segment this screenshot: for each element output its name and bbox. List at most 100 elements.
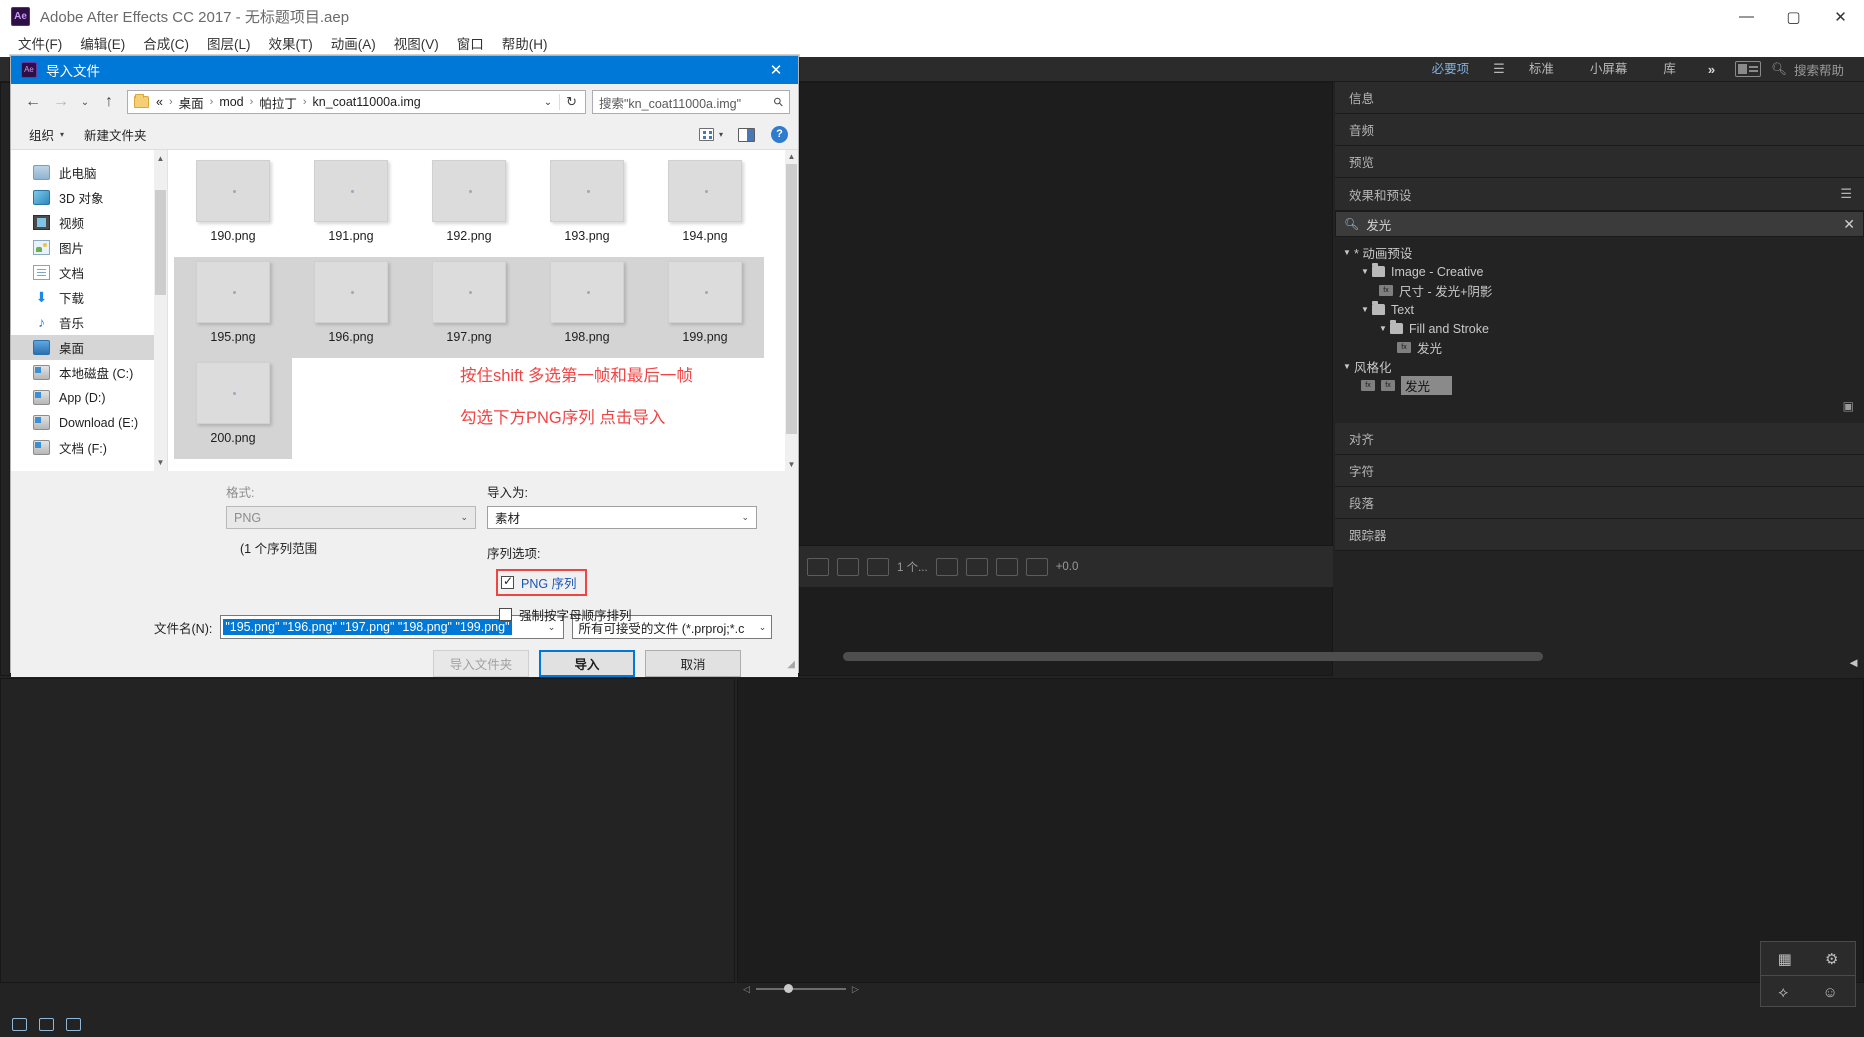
- workspace-tab-smallscreen[interactable]: 小屏幕: [1572, 57, 1646, 82]
- tree-item-selected[interactable]: fx fx 发光: [1333, 376, 1864, 395]
- dialog-close-button[interactable]: ✕: [754, 56, 798, 84]
- sidebar-item-app-d[interactable]: App (D:): [11, 385, 167, 410]
- new-folder-button[interactable]: 新建文件夹: [72, 125, 159, 144]
- smiley-icon[interactable]: ☺: [1822, 984, 1837, 1001]
- maximize-button[interactable]: ▢: [1770, 0, 1817, 33]
- png-sequence-checkbox[interactable]: [501, 574, 514, 589]
- sidebar-item-download-e[interactable]: Download (E:): [11, 410, 167, 435]
- file-item[interactable]: 193.png: [528, 156, 646, 257]
- tree-item[interactable]: fx 发光: [1339, 338, 1864, 357]
- folder-search-input[interactable]: 搜索"kn_coat11000a.img" ⚲: [592, 90, 790, 114]
- panel-preview[interactable]: 预览: [1335, 146, 1864, 178]
- panel-info[interactable]: 信息: [1335, 82, 1864, 114]
- sidebar-scrollbar[interactable]: ▲ ▼: [154, 150, 167, 471]
- file-item[interactable]: 190.png: [174, 156, 292, 257]
- scroll-up-icon[interactable]: ▲: [786, 150, 797, 163]
- status-icon-3[interactable]: [66, 1017, 81, 1031]
- import-button[interactable]: 导入: [539, 650, 635, 677]
- effects-search-input[interactable]: 🔍︎ 发光 ✕: [1335, 211, 1864, 237]
- file-item-selected[interactable]: 195.png: [174, 257, 292, 358]
- scrollbar-thumb[interactable]: [155, 190, 166, 295]
- menu-window[interactable]: 窗口: [448, 33, 493, 57]
- timeline-horizontal-scrollbar[interactable]: [843, 652, 1543, 661]
- comp-zoom-value[interactable]: 1 个...: [897, 559, 928, 575]
- import-folder-button[interactable]: 导入文件夹: [433, 650, 529, 677]
- file-item-selected[interactable]: 196.png: [292, 257, 410, 358]
- tree-item[interactable]: ▼ Text: [1339, 300, 1864, 319]
- format-select[interactable]: PNG ⌄: [226, 506, 476, 529]
- address-bar[interactable]: « › 桌面 › mod › 帕拉丁 › kn_coat11000a.img ⌄…: [127, 90, 586, 114]
- help-search[interactable]: 🔍︎ 搜索帮助: [1771, 60, 1844, 79]
- sidebar-item-documents-f[interactable]: 文档 (F:): [11, 435, 167, 460]
- chevron-down-icon[interactable]: ▼: [1343, 248, 1354, 257]
- new-folder-icon[interactable]: ▣: [1339, 395, 1864, 419]
- comp-tool-icon-6[interactable]: [935, 557, 958, 576]
- breadcrumb-paladin[interactable]: 帕拉丁: [258, 93, 298, 112]
- up-button[interactable]: ↑: [95, 89, 123, 115]
- refresh-icon[interactable]: ↻: [559, 94, 583, 110]
- sidebar-item-3d-objects[interactable]: 3D 对象: [11, 185, 167, 210]
- sidebar-item-documents[interactable]: 文档: [11, 260, 167, 285]
- file-item-selected[interactable]: 199.png: [646, 257, 764, 358]
- force-alphabetical-checkbox[interactable]: [499, 608, 512, 621]
- zoom-in-icon[interactable]: ▷: [852, 984, 859, 995]
- scroll-down-icon[interactable]: ▼: [786, 458, 797, 471]
- back-button[interactable]: ←: [19, 89, 47, 115]
- settings-gear-icon[interactable]: ⚙: [1825, 950, 1838, 968]
- file-item[interactable]: 191.png: [292, 156, 410, 257]
- workspace-tab-library[interactable]: 库: [1645, 57, 1694, 82]
- file-item-selected[interactable]: 198.png: [528, 257, 646, 358]
- sidebar-item-downloads[interactable]: ⬇ 下载: [11, 285, 167, 310]
- close-button[interactable]: ✕: [1817, 0, 1864, 33]
- menu-help[interactable]: 帮助(H): [493, 33, 557, 57]
- zoom-out-icon[interactable]: ◁: [743, 984, 750, 995]
- tree-item[interactable]: ▼ Fill and Stroke: [1339, 319, 1864, 338]
- menu-composition[interactable]: 合成(C): [134, 33, 198, 57]
- tree-item[interactable]: fx 尺寸 - 发光+阴影: [1339, 281, 1864, 300]
- comp-tool-icon-5[interactable]: [867, 557, 889, 576]
- panel-expand-icon[interactable]: ◄: [1847, 655, 1860, 670]
- file-item-selected[interactable]: 197.png: [410, 257, 528, 358]
- sidebar-item-videos[interactable]: 视频: [11, 210, 167, 235]
- chevron-down-icon[interactable]: ▼: [1361, 267, 1372, 276]
- sidebar-item-desktop[interactable]: 桌面: [11, 335, 167, 360]
- grid-tool-icon[interactable]: ▦: [1778, 950, 1792, 968]
- snapshot-icon[interactable]: ⟡: [1778, 984, 1788, 1001]
- comp-tool-icon-8[interactable]: [995, 557, 1018, 576]
- workspace-tab-standard[interactable]: 标准: [1511, 57, 1572, 82]
- workspace-tab-essentials[interactable]: 必要项: [1414, 57, 1488, 82]
- sidebar-item-this-pc[interactable]: 此电脑: [11, 160, 167, 185]
- menu-animation[interactable]: 动画(A): [322, 33, 385, 57]
- breadcrumb-current-folder[interactable]: kn_coat11000a.img: [312, 95, 422, 109]
- resize-grip-icon[interactable]: ◢: [787, 659, 795, 670]
- panel-menu-icon[interactable]: ☰: [1840, 186, 1852, 202]
- slider-knob[interactable]: [783, 984, 793, 993]
- panel-tracker[interactable]: 跟踪器: [1335, 519, 1864, 551]
- comp-tool-icon-3[interactable]: [807, 557, 829, 576]
- clear-search-icon[interactable]: ✕: [1843, 216, 1855, 233]
- file-item-selected[interactable]: 200.png: [174, 358, 292, 459]
- panel-align[interactable]: 对齐: [1335, 423, 1864, 455]
- sidebar-item-music[interactable]: ♪ 音乐: [11, 310, 167, 335]
- file-item[interactable]: 192.png: [410, 156, 528, 257]
- file-item[interactable]: 194.png: [646, 156, 764, 257]
- menu-effect[interactable]: 效果(T): [260, 33, 322, 57]
- menu-edit[interactable]: 编辑(E): [71, 33, 134, 57]
- status-icon-1[interactable]: [12, 1017, 27, 1031]
- tree-item[interactable]: ▼ Image - Creative: [1339, 262, 1864, 281]
- comp-tool-icon-9[interactable]: [1025, 557, 1048, 576]
- sidebar-item-local-disk-c[interactable]: 本地磁盘 (C:): [11, 360, 167, 385]
- forward-button[interactable]: →: [47, 89, 75, 115]
- workspace-menu-icon[interactable]: ☰: [1487, 61, 1511, 77]
- scrollbar-thumb[interactable]: [786, 164, 797, 434]
- organize-button[interactable]: 组织 ▾: [21, 125, 72, 144]
- cancel-button[interactable]: 取消: [645, 650, 741, 677]
- chevron-down-icon[interactable]: ▼: [1379, 324, 1390, 333]
- workspace-overflow-icon[interactable]: »: [1694, 62, 1729, 77]
- comp-tool-icon-7[interactable]: [965, 557, 988, 576]
- breadcrumb-desktop[interactable]: 桌面: [178, 93, 205, 112]
- help-icon[interactable]: ?: [771, 126, 788, 143]
- timeline-zoom-slider[interactable]: [755, 984, 846, 993]
- panel-character[interactable]: 字符: [1335, 455, 1864, 487]
- file-list-scrollbar[interactable]: ▲ ▼: [785, 150, 798, 471]
